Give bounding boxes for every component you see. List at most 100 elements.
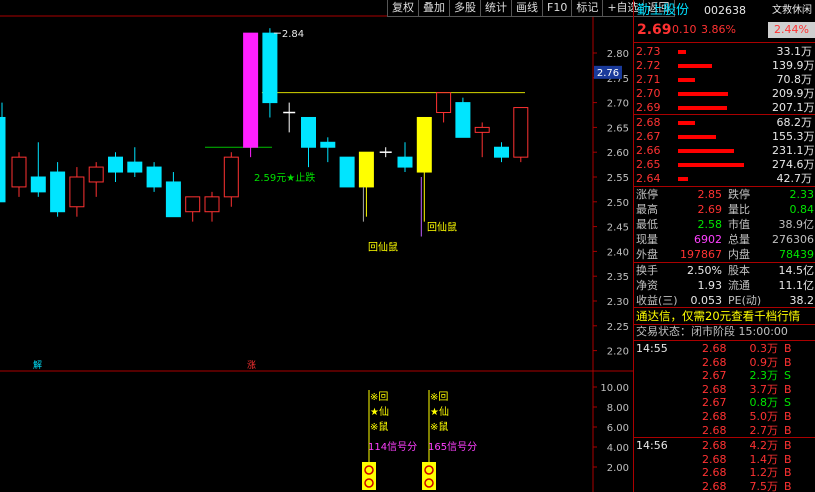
tick-volume: 2.7万 [749,423,779,437]
tick-price: 2.68 [702,480,727,492]
tick-row: 14:56 2.68 4.2万 B [634,439,815,453]
tick-row: 2.68 2.7万 B [634,424,815,438]
signal-char: ★仙 [430,405,449,418]
ask-volume-bar [678,78,695,82]
tick-side: B [784,466,792,480]
jie-marker: 解 [33,359,42,371]
toolbar-button-5[interactable]: F10 [542,0,573,17]
toolbar-button-2[interactable]: 多股 [449,0,481,17]
bid-volume-bar [678,177,688,181]
trade-status-row: 交易状态：闭市阶段 15:00:00 [634,325,815,339]
price-tick-label: 2.40 [607,247,629,258]
stat-value: 78439 [779,248,814,261]
osc-tick-label: 4.00 [607,443,629,454]
toolbar: 复权 叠加 多股 统计 画线 F10 标记 +自选 返回 [387,0,675,17]
ask-price: 2.69 [636,101,661,114]
price-tick-label: 2.35 [607,272,629,283]
tick-row: 2.68 1.4万 B [634,453,815,467]
bid-price: 2.67 [636,130,661,143]
divider [634,42,815,43]
candle-body [455,102,471,138]
status-pct-box: 2.44% [768,22,815,38]
stat-label: PE(动) [728,294,762,307]
toolbar-button-3[interactable]: 统计 [480,0,512,17]
tick-row: 2.68 7.5万 B [634,480,815,492]
stat-label: 收益(三) [636,294,678,307]
toolbar-button-4[interactable]: 画线 [511,0,543,17]
kline-chart[interactable]: 2.802.752.702.652.602.552.502.452.402.35… [0,0,633,492]
toolbar-button-1[interactable]: 叠加 [418,0,450,17]
bid-volume: 274.6万 [772,158,815,171]
bid-volume: 155.3万 [772,130,815,143]
stat-row: 最低 2.58 市值 38.9亿 [634,218,815,232]
tick-price: 2.68 [702,439,727,453]
stat-row: 收益(三) 0.053 PE(动) 38.2 [634,294,815,308]
bid-row: 2.66 231.1万 [634,144,815,158]
tick-side: B [784,439,792,453]
toolbar-button-6[interactable]: 标记 [571,0,604,17]
stat-label: 跌停 [728,188,750,201]
candle-body [301,116,316,148]
candle-body [243,32,259,148]
stat-label: 量比 [728,203,750,216]
candle-body [474,126,490,133]
ask-row: 2.69 207.1万 [634,101,815,115]
ask-volume: 70.8万 [776,73,813,86]
tick-volume: 5.0万 [749,410,779,423]
tick-price: 2.68 [702,423,727,437]
candle-body [108,156,123,173]
ad-banner[interactable]: 通达信，仅需20元查看千档行情 [634,308,815,324]
candle-body [88,166,104,183]
high-price-label: 2.84 [282,29,304,40]
tick-time: 14:55 [636,342,668,355]
price-tick-label: 2.65 [607,123,629,134]
stat-value: 2.85 [697,188,723,201]
ask-volume-bar [678,64,712,68]
stat-label: 最低 [636,218,658,231]
stat-value: 14.5亿 [778,264,815,277]
stat-value: 0.053 [690,294,723,307]
xian-signal-label: 回仙鼠 [368,240,398,253]
stat-row: 涨停 2.85 跌停 2.33 [634,188,815,202]
stat-row: 外盘 197867 内盘 78439 [634,248,815,262]
bid-volume-bar [678,135,716,139]
tick-price: 2.68 [702,382,727,396]
tick-volume: 0.3万 [749,342,779,355]
tick-volume: 4.2万 [749,439,779,453]
stat-row: 换手 2.50% 股本 14.5亿 [634,264,815,278]
quote-panel: 勤上股份 002638 文救休闲 2.69 0.10 3.86% 2.44% 2.73 33.1… [633,0,815,492]
bid-row: 2.67 155.3万 [634,130,815,144]
tick-side: S [784,369,791,383]
tick-side: S [784,396,791,410]
tick-row: 2.67 2.3万 S [634,369,815,383]
ask-volume-bar [678,92,729,96]
stat-label: 总量 [728,233,750,246]
ask-row: 2.73 33.1万 [634,45,815,59]
candle-body [339,156,355,188]
bid-volume: 42.7万 [776,172,813,185]
bid-price: 2.64 [636,172,661,185]
candle-body [494,146,509,158]
stat-label: 股本 [728,264,750,277]
tick-time: 14:56 [636,439,668,453]
stat-row: 净资 1.93 流通 11.1亿 [634,279,815,293]
stat-label: 外盘 [636,248,658,261]
stat-label: 内盘 [728,248,750,261]
stat-label: 换手 [636,264,658,277]
toolbar-button-0[interactable]: 复权 [387,0,419,17]
stat-value: 197867 [680,248,722,261]
price-tick-label: 2.25 [607,322,629,333]
signal-score: 165信号分 [428,441,477,453]
candle-body [416,116,432,173]
tick-volume: 2.3万 [749,369,779,383]
ask-volume: 33.1万 [776,45,813,58]
divider [634,437,815,438]
tick-price: 2.67 [702,396,727,410]
tick-row: 14:55 2.68 0.3万 B [634,342,815,356]
tick-row: 2.68 0.9万 B [634,356,815,370]
zhang-marker: 涨 [247,360,256,371]
trade-status: 交易状态：闭市阶段 15:00:00 [636,325,788,338]
ask-volume: 139.9万 [772,59,815,72]
osc-tick-label: 6.00 [607,423,629,434]
stat-label: 市值 [728,218,750,231]
